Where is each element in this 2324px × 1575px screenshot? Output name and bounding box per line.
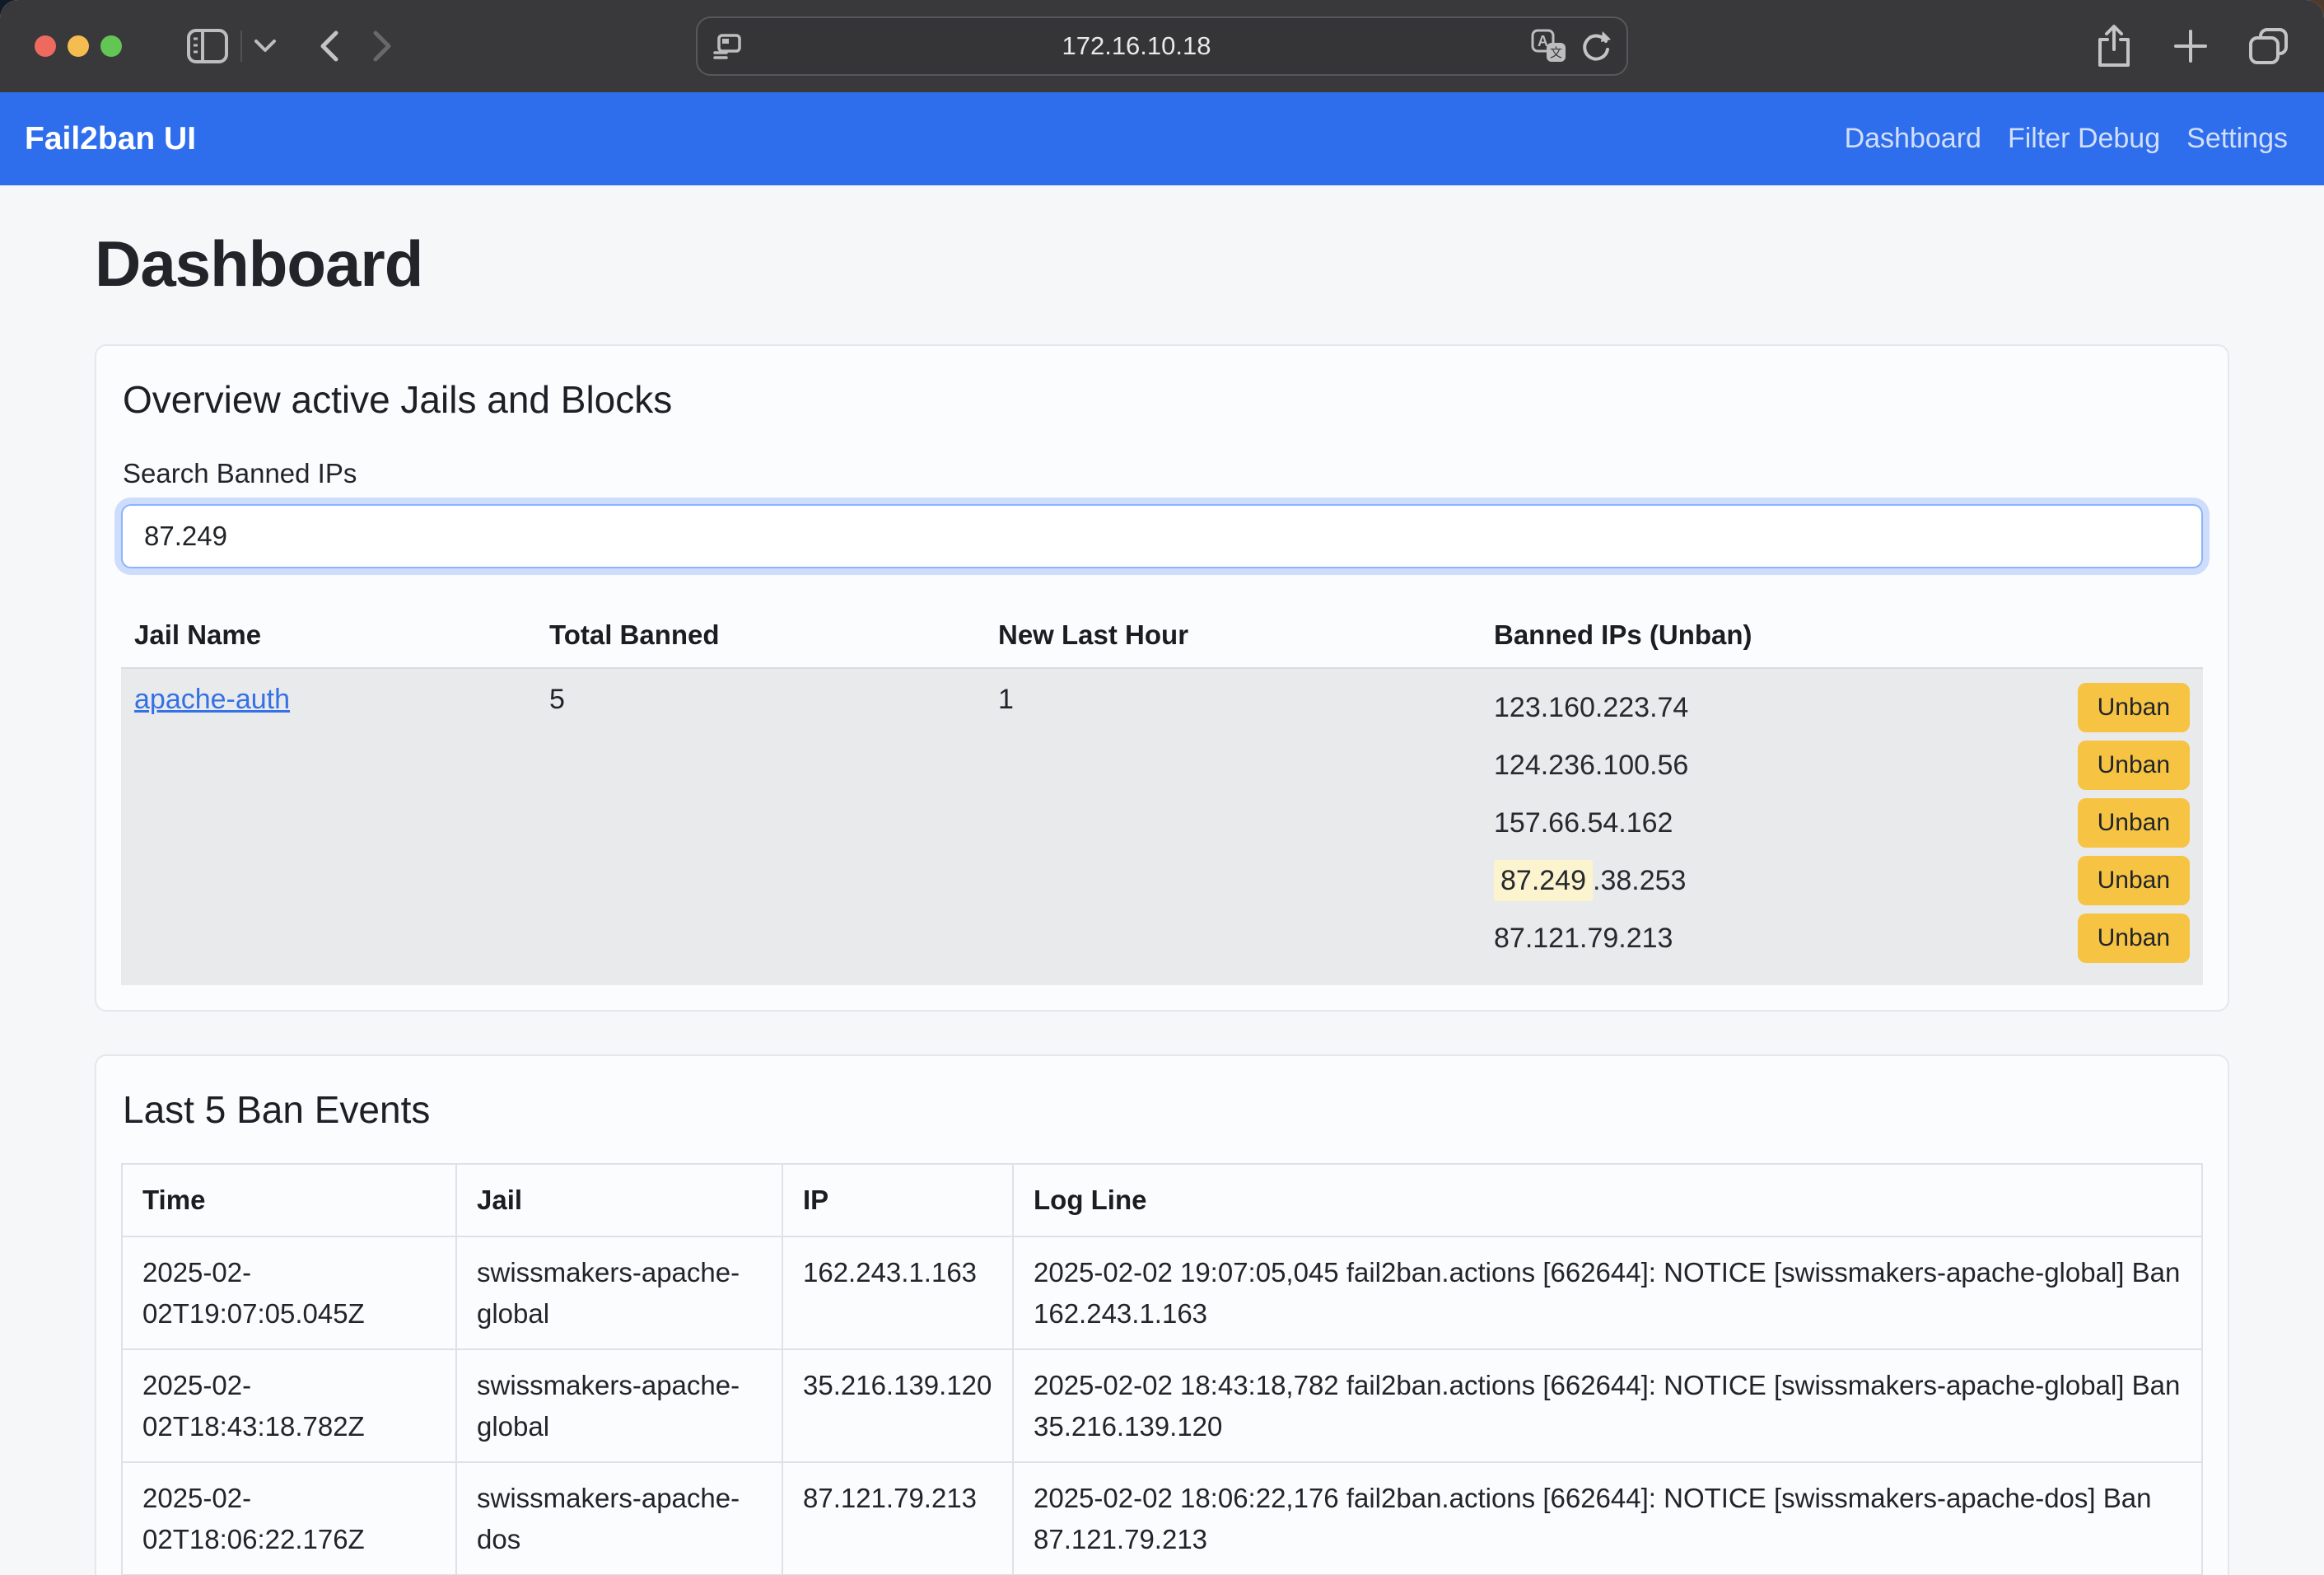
unban-button[interactable]: Unban	[2078, 683, 2190, 732]
chevron-right-icon	[372, 30, 392, 63]
forward-button[interactable]	[372, 30, 392, 63]
plus-icon	[2172, 28, 2209, 64]
nav-link-settings[interactable]: Settings	[2173, 123, 2288, 155]
banned-ip: 124.236.100.56	[1494, 750, 1688, 782]
page-content: Dashboard Overview active Jails and Bloc…	[95, 227, 2229, 1575]
column-header-ip: IP	[782, 1164, 1013, 1236]
new-last-hour-value: 1	[985, 669, 1481, 985]
page-settings-button[interactable]	[712, 33, 742, 59]
translate-icon: A 文	[1531, 29, 1567, 63]
unban-button[interactable]: Unban	[2078, 914, 2190, 963]
reload-icon	[1580, 30, 1612, 63]
column-header-banned-ips: Banned IPs (Unban)	[1481, 608, 2203, 667]
search-match-highlight: 87.249	[1494, 860, 1593, 901]
banned-ip: 87.121.79.213	[1494, 923, 1673, 955]
event-jail: swissmakers-apache-dos	[456, 1462, 782, 1575]
brand-link[interactable]: Fail2ban UI	[25, 121, 196, 157]
banned-ip-row: 87.249.38.253 Unban	[1494, 852, 2190, 909]
event-jail: swissmakers-apache-global	[456, 1236, 782, 1349]
overview-card: Overview active Jails and Blocks Search …	[95, 344, 2229, 1012]
column-header-jail: Jail	[456, 1164, 782, 1236]
ban-events-table: Time Jail IP Log Line 2025-02-02T19:07:0…	[121, 1163, 2203, 1575]
tab-overview-button[interactable]	[2248, 27, 2289, 65]
banned-ip-row: 123.160.223.74 Unban	[1494, 679, 2190, 736]
event-row: 2025-02-02T18:06:22.176Z swissmakers-apa…	[122, 1462, 2202, 1575]
banned-ip-row: 124.236.100.56 Unban	[1494, 736, 2190, 794]
translate-button[interactable]: A 文	[1531, 29, 1567, 63]
total-banned-value: 5	[536, 669, 985, 985]
address-bar[interactable]: 172.16.10.18 A 文	[696, 16, 1628, 76]
url-text: 172.16.10.18	[742, 31, 1531, 61]
chevron-down-icon	[254, 39, 277, 54]
banned-ip-row: 157.66.54.162 Unban	[1494, 794, 2190, 852]
column-header-time: Time	[122, 1164, 456, 1236]
share-icon	[2095, 22, 2133, 70]
event-ip: 162.243.1.163	[782, 1236, 1013, 1349]
event-row: 2025-02-02T19:07:05.045Z swissmakers-apa…	[122, 1236, 2202, 1349]
back-button[interactable]	[320, 30, 339, 63]
event-log-line: 2025-02-02 18:43:18,782 fail2ban.actions…	[1013, 1349, 2202, 1462]
tabs-icon	[2248, 27, 2289, 65]
sidebar-icon	[186, 28, 229, 64]
window-controls	[35, 35, 122, 57]
event-log-line: 2025-02-02 19:07:05,045 fail2ban.actions…	[1013, 1236, 2202, 1349]
banned-ip: 123.160.223.74	[1494, 692, 1688, 724]
unban-button[interactable]: Unban	[2078, 856, 2190, 905]
column-header-new-last-hour: New Last Hour	[985, 608, 1481, 667]
banned-ip: 157.66.54.162	[1494, 807, 1673, 839]
banned-ips-cell: 123.160.223.74 Unban 124.236.100.56 Unba…	[1481, 669, 2203, 985]
unban-button[interactable]: Unban	[2078, 741, 2190, 790]
column-header-jail-name: Jail Name	[121, 608, 536, 667]
jail-name-link[interactable]: apache-auth	[134, 684, 290, 715]
page-settings-icon	[712, 33, 742, 59]
nav-link-filter-debug[interactable]: Filter Debug	[1995, 123, 2173, 155]
banned-ip-rest: .38.253	[1593, 865, 1686, 896]
ban-events-card-title: Last 5 Ban Events	[123, 1087, 2203, 1132]
new-tab-button[interactable]	[2172, 28, 2209, 64]
sidebar-menu-button[interactable]	[254, 39, 277, 54]
browser-toolbar: 172.16.10.18 A 文	[0, 0, 2324, 92]
page-title: Dashboard	[95, 227, 2229, 301]
jail-table-row: apache-auth 5 1 123.160.223.74 Unban 124…	[121, 669, 2203, 985]
event-row: 2025-02-02T18:43:18.782Z swissmakers-apa…	[122, 1349, 2202, 1462]
app-navbar: Fail2ban UI Dashboard Filter Debug Setti…	[0, 92, 2324, 185]
reload-button[interactable]	[1580, 30, 1612, 63]
close-window-icon[interactable]	[35, 35, 56, 57]
browser-window: 172.16.10.18 A 文	[0, 0, 2324, 1575]
share-button[interactable]	[2095, 22, 2133, 70]
svg-text:A: A	[1538, 33, 1548, 49]
event-time: 2025-02-02T18:43:18.782Z	[122, 1349, 456, 1462]
event-time: 2025-02-02T19:07:05.045Z	[122, 1236, 456, 1349]
overview-card-title: Overview active Jails and Blocks	[123, 377, 2203, 422]
banned-ip-highlighted: 87.249.38.253	[1494, 865, 1686, 897]
zoom-window-icon[interactable]	[100, 35, 122, 57]
banned-ip-row: 87.121.79.213 Unban	[1494, 909, 2190, 967]
event-ip: 35.216.139.120	[782, 1349, 1013, 1462]
svg-text:文: 文	[1550, 45, 1562, 60]
unban-button[interactable]: Unban	[2078, 798, 2190, 848]
column-header-total-banned: Total Banned	[536, 608, 985, 667]
events-header-row: Time Jail IP Log Line	[122, 1164, 2202, 1236]
chevron-left-icon	[320, 30, 339, 63]
event-jail: swissmakers-apache-global	[456, 1349, 782, 1462]
sidebar-toggle-button[interactable]	[186, 28, 229, 64]
minimize-window-icon[interactable]	[68, 35, 89, 57]
search-banned-ips-input[interactable]	[121, 504, 2203, 568]
ban-events-card: Last 5 Ban Events Time Jail IP Log Line …	[95, 1054, 2229, 1575]
event-log-line: 2025-02-02 18:06:22,176 fail2ban.actions…	[1013, 1462, 2202, 1575]
nav-link-dashboard[interactable]: Dashboard	[1832, 123, 1995, 155]
event-time: 2025-02-02T18:06:22.176Z	[122, 1462, 456, 1575]
column-header-log-line: Log Line	[1013, 1164, 2202, 1236]
event-ip: 87.121.79.213	[782, 1462, 1013, 1575]
nav-links: Dashboard Filter Debug Settings	[1832, 123, 2288, 155]
toolbar-divider	[240, 30, 242, 62]
jail-table-header: Jail Name Total Banned New Last Hour Ban…	[121, 608, 2203, 669]
search-banned-ips-label: Search Banned IPs	[123, 458, 2203, 489]
